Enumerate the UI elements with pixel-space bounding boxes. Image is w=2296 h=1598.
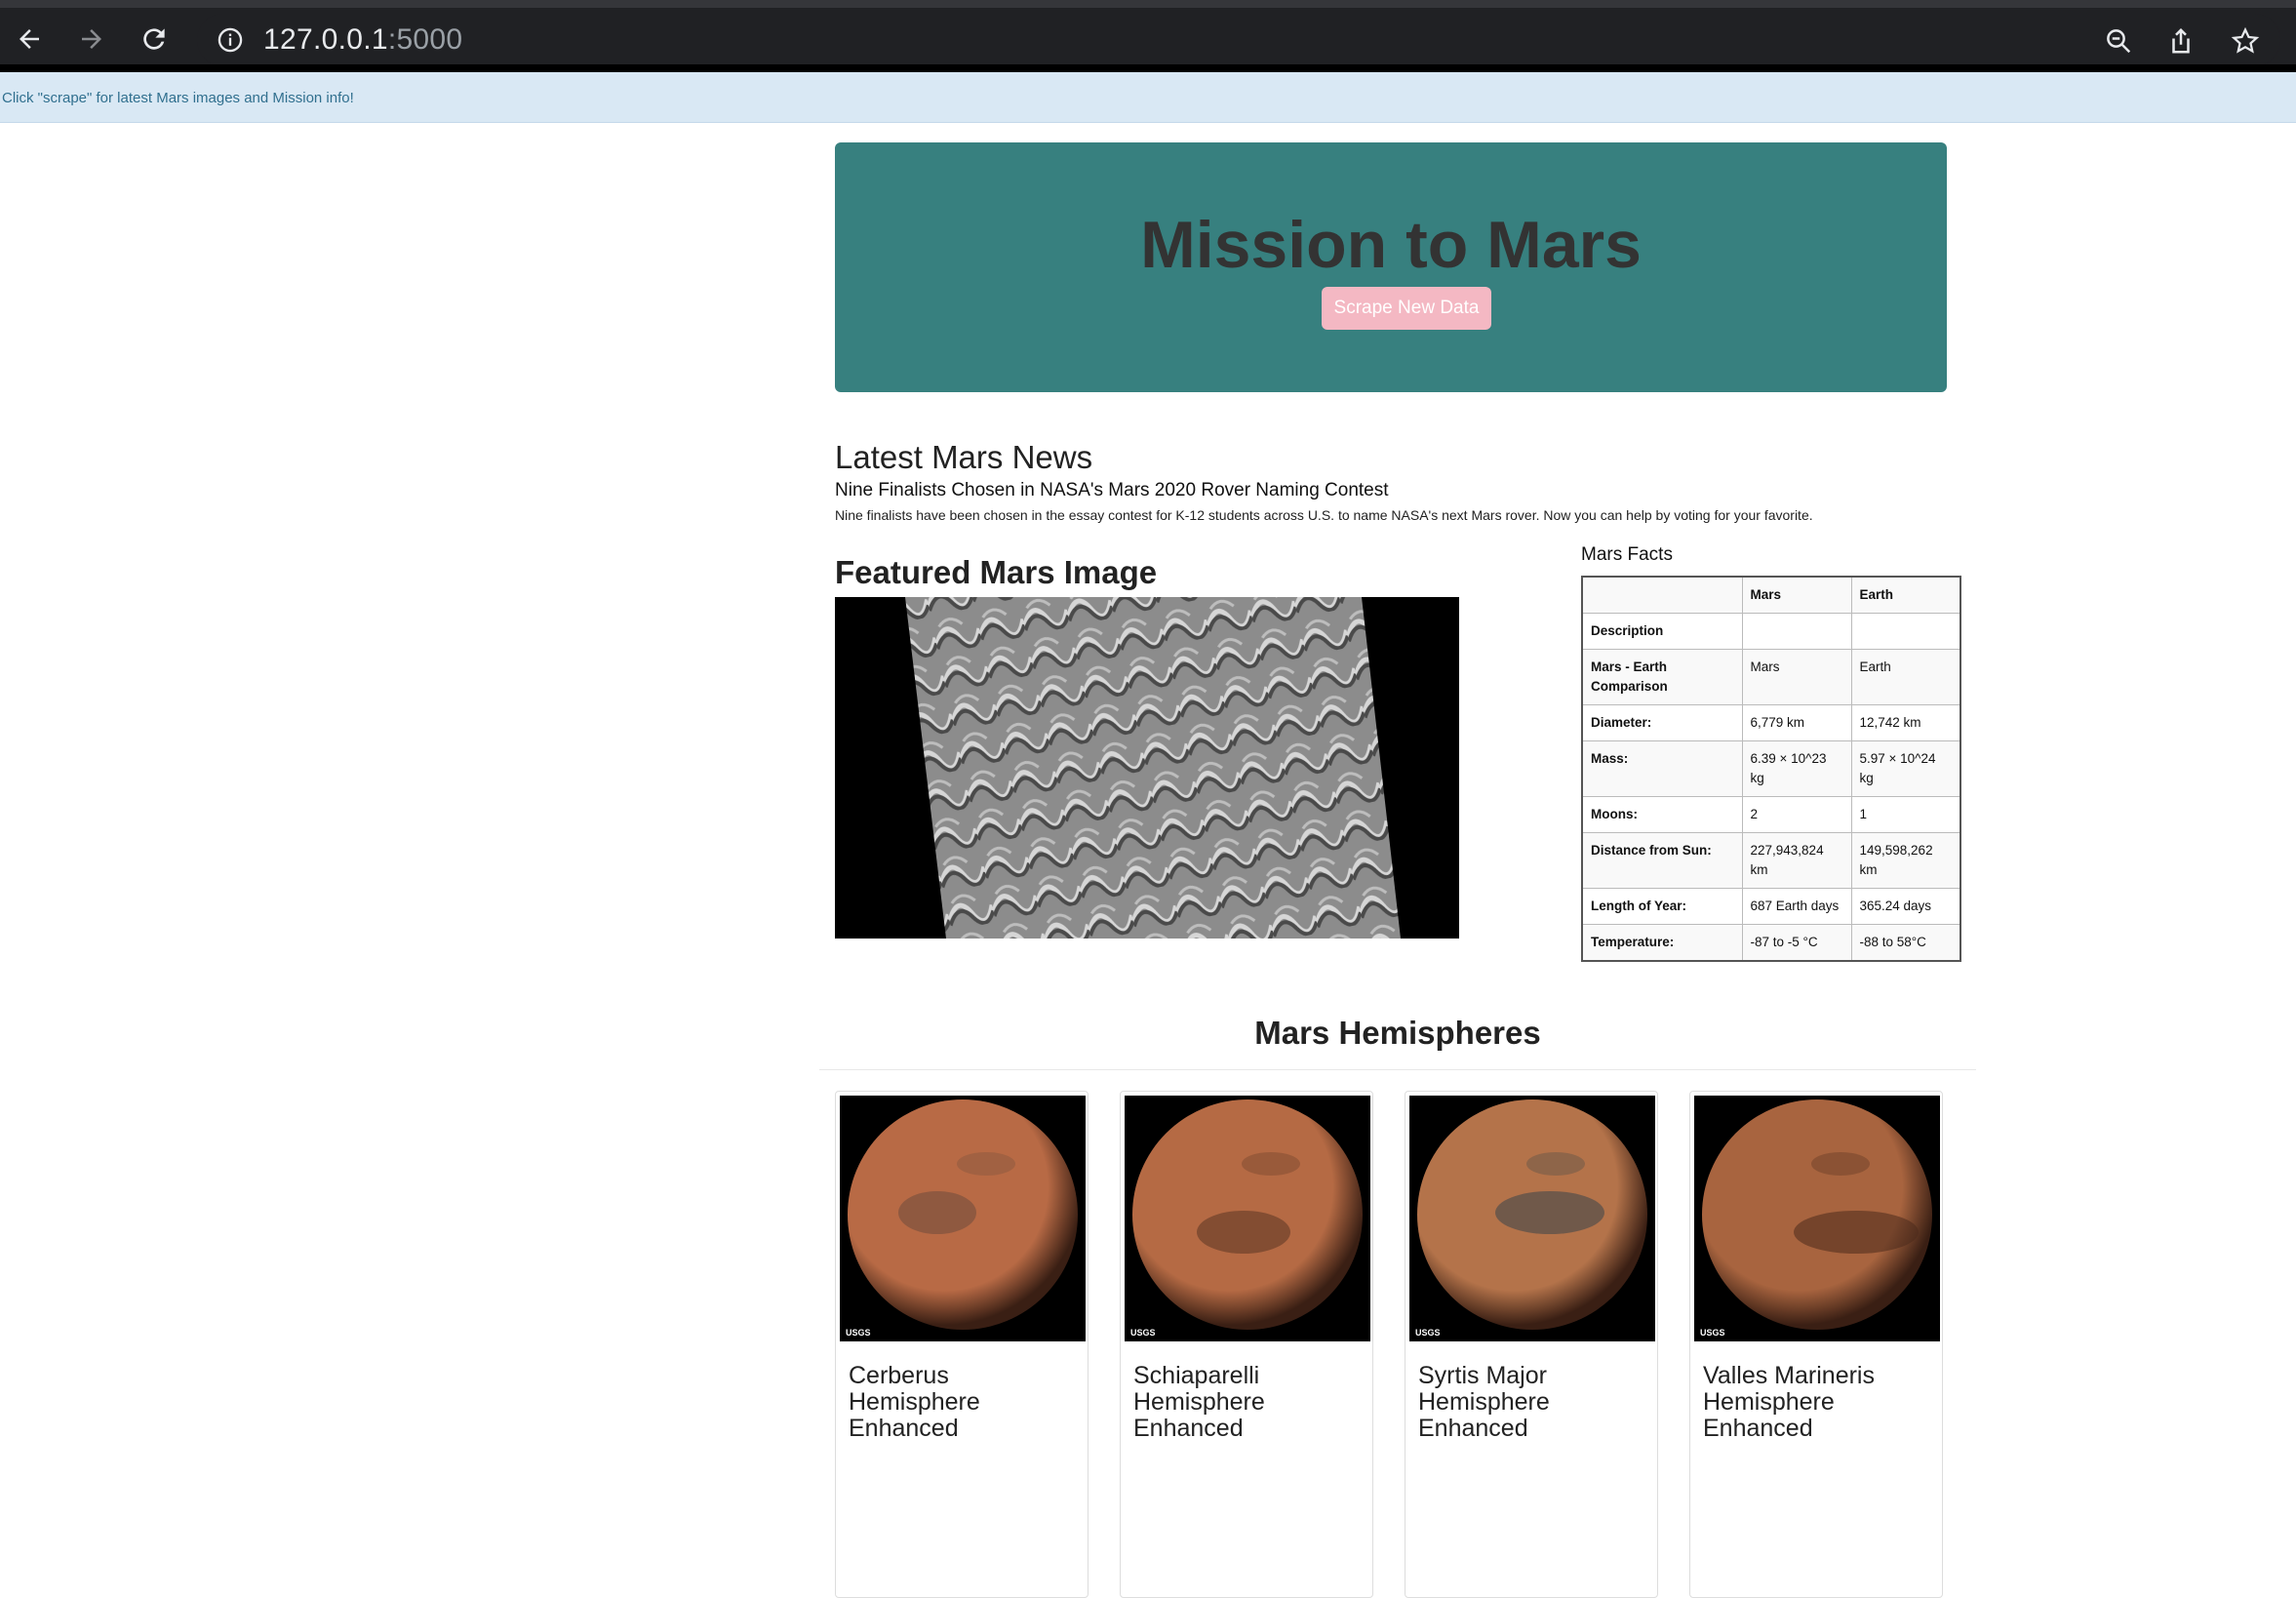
jumbotron: Mission to Mars Scrape New Data xyxy=(835,142,1947,392)
zoom-out-icon xyxy=(2107,29,2131,54)
flash-message-bar: Click "scrape" for latest Mars images an… xyxy=(0,72,2296,123)
facts-label-cell: Description xyxy=(1581,613,1743,650)
mars-globe xyxy=(1694,1096,1940,1341)
mars-globe xyxy=(1125,1096,1370,1341)
hemisphere-image[interactable]: USGS xyxy=(1694,1096,1940,1341)
forward-arrow-icon xyxy=(82,29,101,49)
url-text: 127.0.0.1:5000 xyxy=(263,23,462,57)
toolbar-divider xyxy=(0,64,2296,72)
url-port: :5000 xyxy=(387,23,463,56)
facts-value-cell: 227,943,824 km xyxy=(1741,832,1852,889)
facts-label-cell: Mass: xyxy=(1581,740,1743,797)
news-heading: Latest Mars News xyxy=(835,439,1093,475)
address-bar[interactable]: 127.0.0.1:5000 xyxy=(197,14,2280,66)
hemisphere-card[interactable]: USGS Cerberus Hemisphere Enhanced xyxy=(835,1091,1089,1598)
facts-value-cell: 1 xyxy=(1850,796,1961,833)
url-host: 127.0.0.1 xyxy=(263,23,388,56)
usgs-logo: USGS xyxy=(846,1328,871,1338)
table-row: Distance from Sun: 227,943,824 km 149,598,… xyxy=(1581,832,1961,889)
hemisphere-card[interactable]: USGS Valles Marineris Hemisphere Enhanced xyxy=(1689,1091,1943,1598)
hemisphere-card[interactable]: USGS Syrtis Major Hemisphere Enhanced xyxy=(1405,1091,1658,1598)
back-button[interactable] xyxy=(6,16,53,62)
hemisphere-image[interactable]: USGS xyxy=(1125,1096,1370,1341)
table-row: Mass: 6.39 × 10^23 kg 5.97 × 10^24 kg xyxy=(1581,740,1961,797)
hemisphere-title: Cerberus Hemisphere Enhanced xyxy=(849,1362,980,1442)
facts-heading: Mars Facts xyxy=(1581,544,1673,565)
news-title: Nine Finalists Chosen in NASA's Mars 202… xyxy=(835,480,1389,500)
facts-value-cell: 2 xyxy=(1741,796,1852,833)
facts-value-cell: Earth xyxy=(1850,649,1961,705)
facts-value-cell: 149,598,262 km xyxy=(1850,832,1961,889)
facts-label-cell: Moons: xyxy=(1581,796,1743,833)
facts-header-cell: Earth xyxy=(1850,576,1961,614)
mars-facts-table: Mars Earth Description Mars - Earth Compari… xyxy=(1581,576,1961,962)
bookmark-button[interactable] xyxy=(2226,21,2265,60)
facts-label-cell: Diameter: xyxy=(1581,704,1743,741)
facts-header-row: Mars Earth xyxy=(1581,576,1961,614)
facts-value-cell: 12,742 km xyxy=(1850,704,1961,741)
mars-globe xyxy=(840,1096,1086,1341)
page-title: Mission to Mars xyxy=(1140,208,1642,282)
star-icon xyxy=(2231,26,2260,54)
mars-globe xyxy=(1409,1096,1655,1341)
facts-value-cell xyxy=(1741,613,1852,650)
table-row: Length of Year: 687 Earth days 365.24 days xyxy=(1581,888,1961,925)
facts-value-cell: Mars xyxy=(1741,649,1852,705)
flash-message: Click "scrape" for latest Mars images an… xyxy=(2,90,354,106)
hemispheres-divider xyxy=(819,1069,1976,1070)
hemisphere-title: Valles Marineris Hemisphere Enhanced xyxy=(1703,1362,1875,1442)
facts-value-cell: 5.97 × 10^24 kg xyxy=(1850,740,1961,797)
info-icon[interactable] xyxy=(217,26,244,54)
share-button[interactable] xyxy=(2161,21,2200,60)
facts-label-cell: Temperature: xyxy=(1581,924,1743,962)
hemisphere-image[interactable]: USGS xyxy=(840,1096,1086,1341)
featured-image-heading: Featured Mars Image xyxy=(835,554,1158,590)
facts-label-cell: Mars - Earth Comparison xyxy=(1581,649,1743,705)
facts-label-cell: Length of Year: xyxy=(1581,888,1743,925)
usgs-logo: USGS xyxy=(1700,1328,1725,1338)
forward-button[interactable] xyxy=(68,16,115,62)
share-icon xyxy=(2172,27,2190,54)
facts-value-cell: -88 to 58°C xyxy=(1850,924,1961,962)
facts-value-cell xyxy=(1850,613,1961,650)
facts-value-cell: 687 Earth days xyxy=(1741,888,1852,925)
usgs-logo: USGS xyxy=(1415,1328,1441,1338)
table-row: Temperature: -87 to -5 °C -88 to 58°C xyxy=(1581,924,1961,962)
hemisphere-title: Schiaparelli Hemisphere Enhanced xyxy=(1133,1362,1265,1442)
hemisphere-title: Syrtis Major Hemisphere Enhanced xyxy=(1418,1362,1550,1442)
facts-header-cell: Mars xyxy=(1741,576,1852,614)
hemispheres-heading-text: Mars Hemisphere xyxy=(1254,1015,1524,1051)
facts-label-cell: Distance from Sun: xyxy=(1581,832,1743,889)
table-row: Diameter: 6,779 km 12,742 km xyxy=(1581,704,1961,741)
hemisphere-card[interactable]: USGS Schiaparelli Hemisphere Enhanced xyxy=(1120,1091,1373,1598)
facts-value-cell: -87 to -5 °C xyxy=(1741,924,1852,962)
usgs-logo: USGS xyxy=(1130,1328,1156,1338)
browser-toolbar: 127.0.0.1:5000 xyxy=(0,0,2296,72)
hemisphere-image[interactable]: USGS xyxy=(1409,1096,1655,1341)
scrape-button[interactable]: Scrape New Data xyxy=(1322,287,1491,330)
table-row: Moons: 2 1 xyxy=(1581,796,1961,833)
back-arrow-icon xyxy=(20,29,39,49)
featured-image xyxy=(835,597,1459,939)
table-row: Mars - Earth Comparison Mars Earth xyxy=(1581,649,1961,705)
news-paragraph: Nine finalists have been chosen in the e… xyxy=(835,507,1813,523)
reload-button[interactable] xyxy=(131,16,178,62)
facts-value-cell: 6,779 km xyxy=(1741,704,1852,741)
hemispheres-heading: Mars Hemispheres xyxy=(1254,1015,1541,1051)
dune-image xyxy=(835,597,1459,939)
facts-header-cell xyxy=(1581,576,1743,614)
facts-value-cell: 365.24 days xyxy=(1850,888,1961,925)
facts-value-cell: 6.39 × 10^23 kg xyxy=(1741,740,1852,797)
reload-icon xyxy=(143,28,165,50)
zoom-button[interactable] xyxy=(2099,21,2138,60)
table-row: Description xyxy=(1581,613,1961,650)
